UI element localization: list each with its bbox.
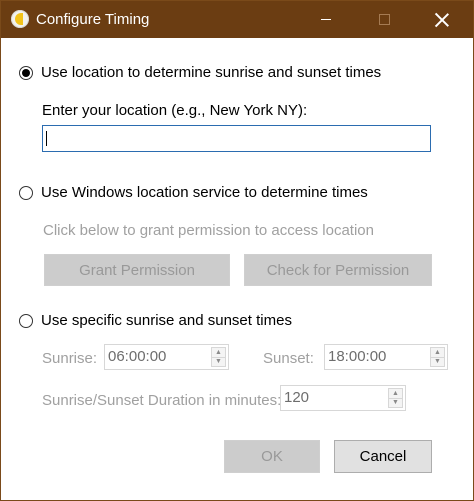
duration-down-arrow-icon[interactable]: ▼ [388,398,403,408]
sunrise-value: 06:00:00 [108,348,167,365]
sunset-down-arrow-icon[interactable]: ▼ [430,357,445,367]
sunset-stepper[interactable]: 18:00:00 ▲ ▼ [324,344,448,370]
window-title: Configure Timing [36,11,150,28]
minimize-button[interactable] [297,1,355,38]
grant-permission-button[interactable]: Grant Permission [44,254,230,286]
radio-location[interactable] [19,65,33,80]
sunrise-down-arrow-icon[interactable]: ▼ [211,357,226,367]
close-icon [435,13,449,27]
sunset-up-arrow-icon[interactable]: ▲ [430,347,445,358]
sunrise-stepper[interactable]: 06:00:00 ▲ ▼ [104,344,229,370]
location-field-label: Enter your location (e.g., New York NY): [42,102,308,119]
option-location-label: Use location to determine sunrise and su… [41,64,382,81]
ok-button[interactable]: OK [224,440,320,473]
sunrise-up-arrow-icon[interactable]: ▲ [211,347,226,358]
minimize-icon [321,19,331,20]
option-windows-location-label: Use Windows location service to determin… [41,184,368,201]
radio-windows-location[interactable] [19,185,33,200]
option-location[interactable]: Use location to determine sunrise and su… [19,64,381,81]
duration-stepper[interactable]: 120 ▲ ▼ [280,385,406,411]
check-permission-button[interactable]: Check for Permission [244,254,432,286]
title-bar[interactable]: Configure Timing [1,1,473,38]
sunset-value: 18:00:00 [328,348,387,365]
option-specific-times-label: Use specific sunrise and sunset times [41,312,292,329]
text-caret [46,131,47,146]
location-input[interactable] [42,125,431,152]
cancel-button[interactable]: Cancel [334,440,432,473]
duration-value: 120 [284,389,310,406]
option-specific-times[interactable]: Use specific sunrise and sunset times [19,312,292,329]
permission-hint: Click below to grant permission to acces… [43,222,374,239]
sunset-label: Sunset: [263,350,314,367]
maximize-icon [378,14,390,25]
sunrise-label: Sunrise: [42,350,98,367]
radio-specific-times[interactable] [19,313,33,328]
app-icon [11,10,29,28]
close-button[interactable] [413,1,471,38]
duration-label: Sunrise/Sunset Duration in minutes: [42,392,282,409]
duration-up-arrow-icon[interactable]: ▲ [388,388,403,399]
option-windows-location[interactable]: Use Windows location service to determin… [19,184,368,201]
configure-timing-dialog: Configure Timing Use location to determi… [0,0,474,501]
maximize-button[interactable] [355,1,413,38]
